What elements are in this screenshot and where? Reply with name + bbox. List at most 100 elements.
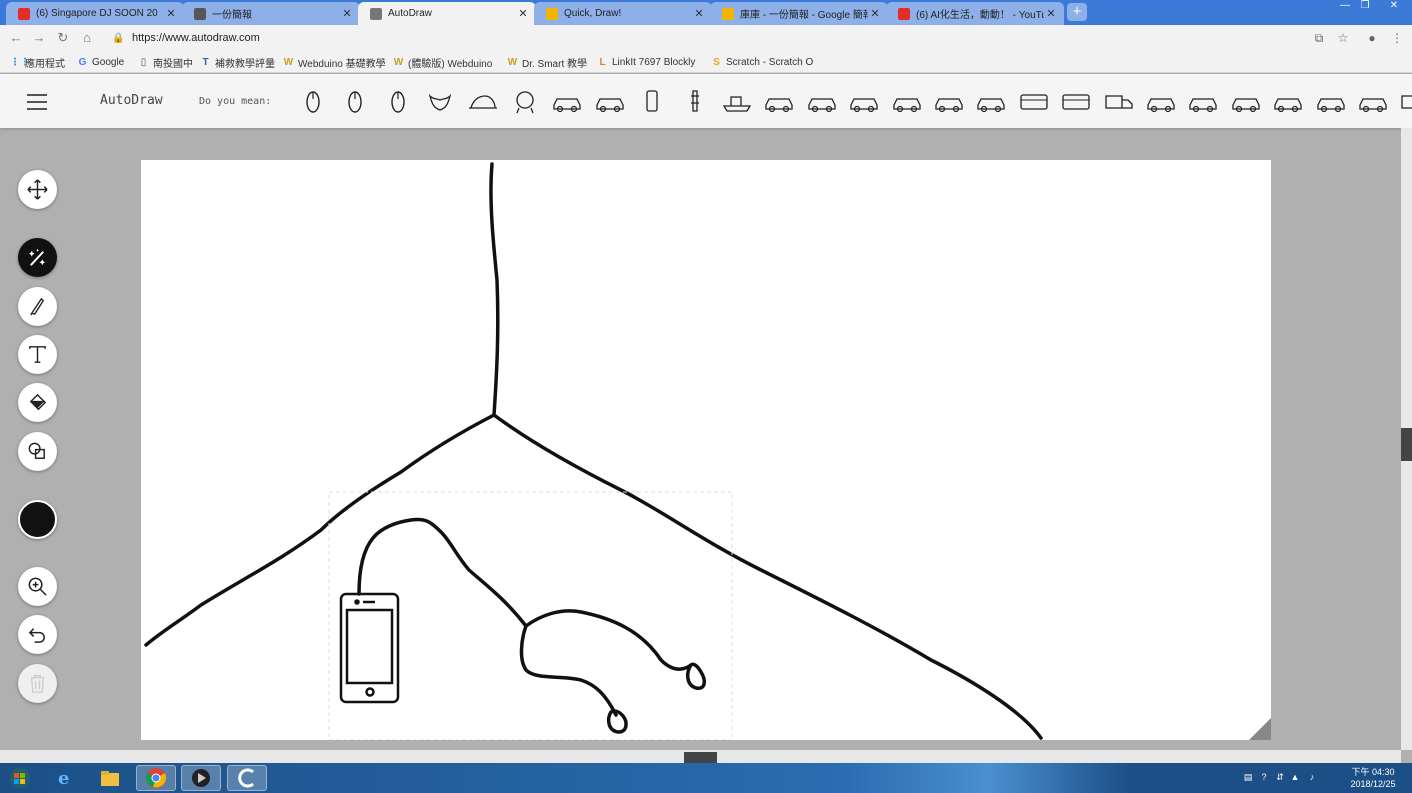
address-bar[interactable]: 🔒 https://www.autodraw.com: [104, 28, 1400, 48]
bookmark-item[interactable]: ▯ 南投國中: [138, 55, 193, 70]
bookmark-item[interactable]: G Google: [77, 55, 125, 69]
suggestion-truck-icon[interactable]: [1103, 88, 1135, 114]
suggestion-car-icon[interactable]: [551, 88, 583, 114]
trash-icon: [30, 675, 45, 693]
new-tab-button[interactable]: +: [1067, 3, 1087, 21]
windows-taskbar: e ▤ ? ⇵ ▲ ♪ 下午 04:30 2018/12/25: [0, 763, 1412, 793]
suggestion-car-icon[interactable]: [848, 88, 880, 114]
bookmark-item[interactable]: S Scratch - Scratch O: [711, 55, 813, 69]
draw-tool-button[interactable]: [18, 287, 57, 326]
vertical-scroll-thumb[interactable]: [1401, 428, 1412, 461]
profile-icon[interactable]: ●: [1363, 29, 1381, 47]
hamburger-menu-icon[interactable]: [27, 94, 47, 110]
taskbar-explorer[interactable]: [90, 765, 130, 791]
fill-icon: [29, 393, 47, 411]
system-clock[interactable]: 下午 04:30 2018/12/25: [1340, 766, 1406, 790]
fill-tool-button[interactable]: [18, 383, 57, 422]
suggestion-boat-icon[interactable]: [721, 88, 753, 114]
help-tray-icon[interactable]: ?: [1258, 771, 1270, 783]
suggestion-car-icon[interactable]: [806, 88, 838, 114]
bookmark-item[interactable]: ⋮⋮ 應用程式: [10, 55, 65, 70]
suggestion-bus-icon[interactable]: [1018, 88, 1050, 114]
zoom-button[interactable]: [18, 567, 57, 606]
reload-button[interactable]: ↻: [54, 29, 72, 47]
suggestion-car-icon[interactable]: [1145, 88, 1177, 114]
color-picker-button[interactable]: [18, 500, 57, 539]
tab-close-icon[interactable]: ✕: [340, 7, 354, 20]
delete-button[interactable]: [18, 664, 57, 703]
bookmark-item[interactable]: L LinkIt 7697 Blockly: [597, 55, 695, 69]
bookmark-label: Scratch - Scratch O: [726, 56, 814, 68]
suggestion-animal-icon[interactable]: [424, 88, 456, 114]
suggestion-head-icon[interactable]: [509, 88, 541, 114]
taskbar-media[interactable]: [181, 765, 221, 791]
suggestion-car-icon[interactable]: [1357, 88, 1389, 114]
suggestion-mouse-icon[interactable]: [297, 88, 329, 114]
autodraw-tool-button[interactable]: [18, 238, 57, 277]
tab-close-icon[interactable]: ✕: [164, 7, 178, 20]
browser-tab[interactable]: 一份簡報 ✕: [182, 2, 360, 25]
select-tool-button[interactable]: [18, 170, 57, 209]
show-hidden-icons-icon[interactable]: ▲: [1289, 771, 1301, 783]
taskbar-app[interactable]: [227, 765, 267, 791]
webduino-icon: W: [507, 56, 518, 68]
translate-icon[interactable]: ⧉: [1310, 29, 1328, 47]
shape-tool-button[interactable]: [18, 432, 57, 471]
forward-button[interactable]: →: [30, 29, 48, 47]
suggestion-car-icon[interactable]: [975, 88, 1007, 114]
browser-tab[interactable]: Quick, Draw! ✕: [534, 2, 712, 25]
suggestion-car-icon[interactable]: [763, 88, 795, 114]
suggestion-truck-icon[interactable]: [1399, 88, 1412, 114]
start-button[interactable]: [2, 765, 38, 791]
browser-tab[interactable]: 庫庫 - 一份簡報 - Google 簡報 ✕: [710, 2, 888, 25]
suggestion-mouse-icon[interactable]: [339, 88, 371, 114]
taskbar-chrome[interactable]: [136, 765, 176, 791]
bookmark-item[interactable]: W Webduino 基礎教學: [283, 55, 386, 70]
undo-button[interactable]: [18, 615, 57, 654]
horizontal-scroll-thumb[interactable]: [684, 752, 717, 763]
suggestion-car-icon[interactable]: [933, 88, 965, 114]
bookmark-item[interactable]: W (體驗版) Webduino: [393, 55, 493, 70]
suggestion-car-icon[interactable]: [1315, 88, 1347, 114]
suggestion-car-icon[interactable]: [891, 88, 923, 114]
tab-close-icon[interactable]: ✕: [516, 7, 530, 20]
menu-icon[interactable]: ⋮: [1388, 29, 1406, 47]
browser-tab[interactable]: AutoDraw ✕: [358, 2, 536, 25]
keyboard-tray-icon[interactable]: ▤: [1242, 771, 1254, 783]
suggestion-car-icon[interactable]: [1187, 88, 1219, 114]
suggestion-car-icon[interactable]: [594, 88, 626, 114]
browser-tab[interactable]: (6) Singapore DJ SOON 20 ✕: [6, 2, 184, 25]
volume-tray-icon[interactable]: ♪: [1306, 771, 1318, 783]
tc-icon: T: [202, 56, 209, 68]
drawing-canvas[interactable]: [141, 160, 1271, 740]
back-button[interactable]: ←: [7, 29, 25, 47]
taskbar-ie[interactable]: e: [45, 765, 85, 791]
google-icon: G: [78, 56, 87, 68]
network-tray-icon[interactable]: ⇵: [1274, 771, 1286, 783]
home-button[interactable]: ⌂: [78, 29, 96, 47]
cable-lower-stroke: [519, 624, 618, 717]
app-icon: [238, 768, 254, 788]
suggestion-car-icon[interactable]: [1272, 88, 1304, 114]
clock-time: 下午 04:30: [1351, 767, 1395, 777]
suggestion-car-icon[interactable]: [1230, 88, 1262, 114]
bookmark-item[interactable]: T 補救教學評量: [200, 55, 275, 70]
suggestion-phone-icon[interactable]: [636, 88, 668, 114]
suggestion-bus-icon[interactable]: [1060, 88, 1092, 114]
suggestion-tower-icon[interactable]: [679, 88, 711, 114]
bookmark-star-icon[interactable]: ☆: [1334, 29, 1352, 47]
canvas-resize-handle[interactable]: [1249, 718, 1271, 740]
svg-text:e: e: [58, 768, 69, 789]
close-window-button[interactable]: ✕: [1382, 0, 1406, 14]
restore-button[interactable]: ❐: [1353, 0, 1377, 14]
tab-close-icon[interactable]: ✕: [868, 7, 882, 20]
browser-tab[interactable]: (6) AI化生活，動動！ - YouTube ✕: [886, 2, 1064, 25]
type-tool-button[interactable]: [18, 335, 57, 374]
tab-close-icon[interactable]: ✕: [1044, 7, 1058, 20]
tab-title: (6) AI化生活，動動！ - YouTube: [916, 10, 1044, 21]
tab-close-icon[interactable]: ✕: [692, 7, 706, 20]
suggestion-hat-icon[interactable]: [467, 88, 499, 114]
suggestion-mouse-icon[interactable]: [382, 88, 414, 114]
url-text: https://www.autodraw.com: [132, 32, 260, 44]
bookmark-item[interactable]: W Dr. Smart 教學: [507, 55, 587, 70]
